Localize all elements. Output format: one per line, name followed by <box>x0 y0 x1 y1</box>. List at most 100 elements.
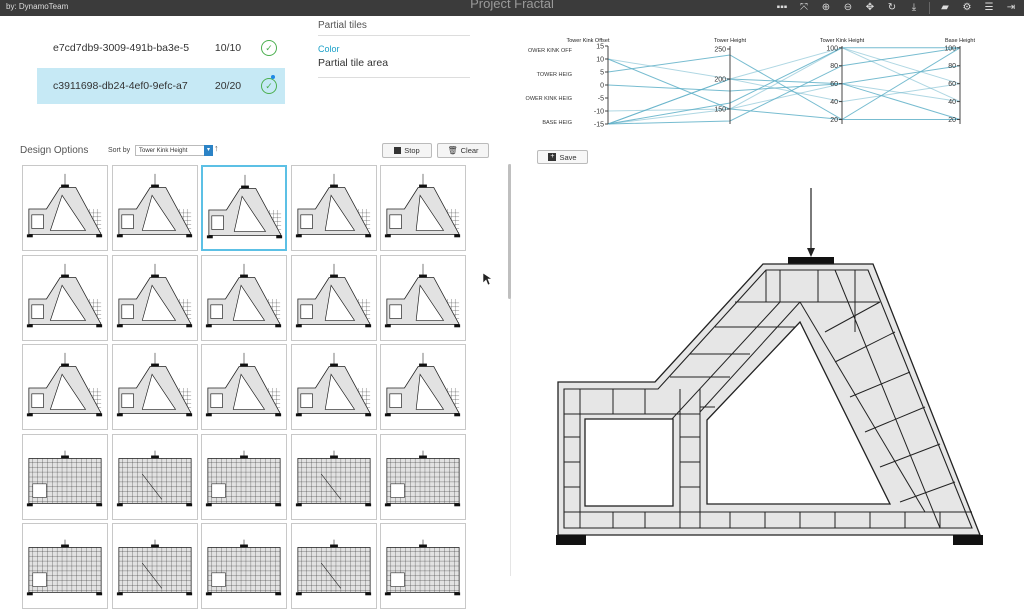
list-icon[interactable]: ☰ <box>982 1 996 15</box>
scrollbar[interactable] <box>508 164 511 299</box>
window-opening <box>584 418 674 507</box>
design-option-thumbnail[interactable] <box>201 165 287 251</box>
stop-icon <box>394 147 402 154</box>
pc-tick-label: 200 <box>714 77 726 84</box>
design-option-thumbnail[interactable] <box>380 344 466 430</box>
design-option-preview <box>26 450 103 506</box>
design-option-thumbnail[interactable] <box>111 523 198 609</box>
toolbar: ▪▪▪ ⤧ ⊕ ⊖ ✥ ↻ ⤓ ▰ ⚙ ☰ ⇥ <box>775 1 1018 15</box>
save-button[interactable]: + Save <box>537 150 588 164</box>
run-id: c3911698-db24-4ef0-9efc-a7 <box>53 80 188 92</box>
chevron-down-icon[interactable]: ▾ <box>204 145 213 156</box>
design-option-thumbnail[interactable] <box>201 344 287 430</box>
design-option-preview <box>295 352 371 417</box>
pc-tick-label: 15 <box>596 44 604 51</box>
design-option-thumbnail[interactable] <box>380 254 466 341</box>
mouse-cursor-icon <box>483 273 493 286</box>
design-option-thumbnail[interactable] <box>201 523 287 609</box>
color-value[interactable]: Partial tile area <box>318 57 470 78</box>
pc-tick-label: 5 <box>600 70 604 77</box>
design-option-preview <box>205 450 282 506</box>
zoom-out-icon[interactable]: ⊖ <box>841 1 855 15</box>
design-option-thumbnail[interactable] <box>290 523 377 609</box>
right-support <box>953 535 983 545</box>
design-option-thumbnail[interactable] <box>290 344 377 430</box>
save-label: Save <box>559 152 577 162</box>
design-option-thumbnail[interactable] <box>380 165 466 251</box>
pc-tick-label: 80 <box>948 63 956 70</box>
clear-button[interactable]: 🗑 Clear <box>437 143 489 158</box>
design-option-preview <box>384 352 461 417</box>
design-option-thumbnail[interactable] <box>201 433 287 520</box>
design-option-thumbnail[interactable] <box>201 254 287 341</box>
rotate-icon[interactable]: ↻ <box>885 1 899 15</box>
download-icon[interactable]: ⤓ <box>907 1 921 15</box>
design-option-preview <box>26 173 103 238</box>
design-option-preview <box>295 263 371 327</box>
design-option-thumbnail[interactable] <box>22 254 108 341</box>
design-option-preview <box>205 539 282 596</box>
run-count: 20/20 <box>214 80 242 92</box>
pc-tick-label: 100 <box>826 45 838 52</box>
pc-axis-title: Tower Kink Height <box>820 38 865 44</box>
stop-label: Stop <box>404 146 420 155</box>
fit-view-icon[interactable]: ⤧ <box>797 1 811 15</box>
design-option-preview <box>205 352 282 417</box>
pc-series-line <box>607 65 961 92</box>
design-option-thumbnail[interactable] <box>22 344 108 430</box>
design-option-preview <box>295 539 371 596</box>
design-option-thumbnail[interactable] <box>290 433 377 520</box>
stop-button[interactable]: Stop <box>382 143 432 158</box>
exit-icon[interactable]: ⇥ <box>1004 1 1018 15</box>
design-option-thumbnail[interactable] <box>380 523 466 609</box>
run-id: e7cd7db9-3009-491b-ba3e-5 <box>53 42 190 54</box>
design-option-thumbnail[interactable] <box>22 433 108 520</box>
check-icon: ✓ <box>261 40 277 56</box>
pc-tick-label: 40 <box>830 99 838 106</box>
design-option-thumbnail[interactable] <box>111 433 198 520</box>
pc-axis-title: Base Height <box>945 38 975 44</box>
pc-row-label: BASE HEIG <box>542 120 572 126</box>
clear-label: Clear <box>460 146 479 155</box>
design-option-thumbnail[interactable] <box>22 165 108 251</box>
pc-row-label: OWER KINK HEIG <box>526 96 572 102</box>
settings-icon[interactable]: ⚙ <box>960 1 974 15</box>
design-option-preview <box>384 263 461 327</box>
pc-tick-label: 20 <box>830 117 838 124</box>
design-options-header: Design Options Sort by Tower Kink Height… <box>20 142 490 160</box>
design-option-thumbnail[interactable] <box>111 165 198 251</box>
run-row[interactable]: e7cd7db9-3009-491b-ba3e-5 10/10 ✓ <box>37 30 285 66</box>
design-option-thumbnail[interactable] <box>380 433 466 520</box>
design-option-thumbnail[interactable] <box>111 344 198 430</box>
new-indicator-dot <box>271 75 275 79</box>
parallel-coordinates-chart[interactable]: Tower Kink Offset151050-5-10-15Tower Hei… <box>520 32 1010 132</box>
design-option-thumbnail[interactable] <box>290 165 377 251</box>
run-row-selected[interactable]: c3911698-db24-4ef0-9efc-a7 20/20 ✓ <box>37 68 285 104</box>
design-option-preview <box>116 173 192 238</box>
grid-view-icon[interactable]: ▪▪▪ <box>775 1 789 15</box>
pan-icon[interactable]: ✥ <box>863 1 877 15</box>
pc-tick-label: 80 <box>830 63 838 70</box>
design-option-preview <box>206 174 283 239</box>
sort-direction-icon[interactable]: ↑ <box>214 143 219 153</box>
toolbar-separator <box>929 2 930 14</box>
design-viewer[interactable] <box>550 182 990 548</box>
design-option-preview <box>205 263 282 327</box>
sort-select[interactable]: Tower Kink Height <box>135 145 212 156</box>
zoom-in-icon[interactable]: ⊕ <box>819 1 833 15</box>
design-option-preview <box>384 539 461 596</box>
pc-tick-label: 40 <box>948 99 956 106</box>
design-option-preview <box>116 539 192 596</box>
partial-tiles-label: Partial tiles <box>318 20 470 36</box>
design-option-preview <box>295 450 371 506</box>
pc-tick-label: 150 <box>714 107 726 114</box>
design-option-thumbnail[interactable] <box>22 523 108 609</box>
design-option-preview <box>116 450 192 506</box>
pc-tick-label: 250 <box>714 47 726 54</box>
trash-icon: 🗑 <box>447 146 458 155</box>
comment-icon[interactable]: ▰ <box>938 1 952 15</box>
design-option-thumbnail[interactable] <box>290 254 377 341</box>
pc-row-label: OWER KINK OFF <box>528 48 573 54</box>
design-option-thumbnail[interactable] <box>111 254 198 341</box>
save-icon: + <box>548 153 557 161</box>
